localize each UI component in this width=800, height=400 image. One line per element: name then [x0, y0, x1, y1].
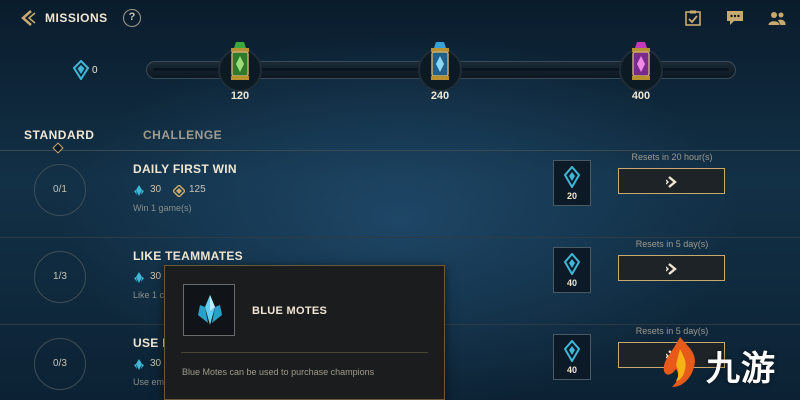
blue-mote-icon — [72, 59, 90, 81]
watermark-text: 九游 — [706, 349, 776, 389]
blue-mote-icon — [134, 359, 144, 370]
header-bar: MISSIONS ? — [0, 0, 800, 36]
mission-row: 0/1 DAILY FIRST WIN 30 125 Win 1 game(s)… — [0, 151, 800, 238]
arrow-right-icon — [666, 263, 677, 275]
mission-reset-timer: Resets in 5 day(s) — [635, 239, 709, 249]
mission-reward-value: 40 — [566, 365, 577, 375]
mission-essence: 125 — [189, 184, 206, 195]
tooltip-description: Blue Motes can be used to purchase champ… — [182, 367, 375, 377]
green-capsule-icon — [231, 42, 249, 80]
tooltip-title: BLUE MOTES — [252, 305, 328, 317]
watermark-logo: 九游 — [652, 331, 800, 393]
blue-motes-value: 0 — [92, 65, 98, 76]
milestone-reward[interactable]: 400 — [617, 40, 665, 104]
mission-description: Like 1 c — [133, 290, 165, 300]
blue-mote-crystal-icon — [198, 295, 222, 325]
watermark-flame-icon — [663, 337, 695, 387]
mission-motes: 30 — [150, 271, 162, 282]
blue-mote-icon — [563, 340, 581, 362]
mission-reward-value: 40 — [566, 278, 577, 288]
milestone-label: 120 — [230, 90, 250, 102]
mission-progress: 1/3 — [34, 251, 86, 303]
help-icon[interactable]: ? — [123, 9, 141, 27]
mission-description: Win 1 game(s) — [133, 203, 192, 213]
mission-reward-value: 20 — [566, 191, 577, 201]
mission-reward-badge: 40 — [553, 247, 591, 293]
milestone-reward[interactable]: 120 — [216, 40, 264, 104]
blue-essence-icon — [173, 185, 185, 197]
blue-motes-tooltip: BLUE MOTES Blue Motes can be used to pur… — [164, 265, 445, 400]
blue-motes-counter[interactable]: 0 — [72, 59, 98, 85]
blue-mote-icon — [134, 272, 144, 283]
chat-icon[interactable] — [726, 10, 744, 26]
mission-title: DAILY FIRST WIN — [133, 162, 237, 176]
tab-challenge[interactable]: CHALLENGE — [143, 128, 222, 142]
mission-go-button[interactable] — [618, 255, 725, 281]
blue-mote-icon — [134, 185, 144, 196]
page-title: MISSIONS — [45, 11, 108, 25]
mission-reset-timer: Resets in 20 hour(s) — [631, 152, 713, 162]
clipboard-check-icon[interactable] — [684, 10, 702, 26]
milestone-label: 240 — [430, 90, 450, 102]
purple-capsule-icon — [632, 42, 650, 80]
arrow-right-icon — [666, 176, 677, 188]
tab-standard[interactable]: STANDARD — [24, 128, 94, 142]
mission-progress: 0/3 — [34, 338, 86, 390]
milestone-reward[interactable]: 240 — [416, 40, 464, 104]
mission-title: LIKE TEAMMATES — [133, 249, 243, 263]
tooltip-divider — [181, 352, 428, 353]
mission-motes: 30 — [150, 184, 162, 195]
mission-reward-badge: 40 — [553, 334, 591, 380]
tooltip-icon-frame — [183, 284, 235, 336]
blue-capsule-icon — [431, 42, 449, 80]
friends-icon[interactable] — [768, 10, 786, 26]
mission-description: Use em — [133, 377, 165, 387]
milestone-label: 400 — [631, 90, 651, 102]
mission-reward-badge: 20 — [553, 160, 591, 206]
back-chevron-icon[interactable] — [18, 8, 38, 28]
mission-motes: 30 — [150, 358, 162, 369]
blue-mote-icon — [563, 166, 581, 188]
mission-progress: 0/1 — [34, 164, 86, 216]
mission-go-button[interactable] — [618, 168, 725, 194]
blue-mote-icon — [563, 253, 581, 275]
